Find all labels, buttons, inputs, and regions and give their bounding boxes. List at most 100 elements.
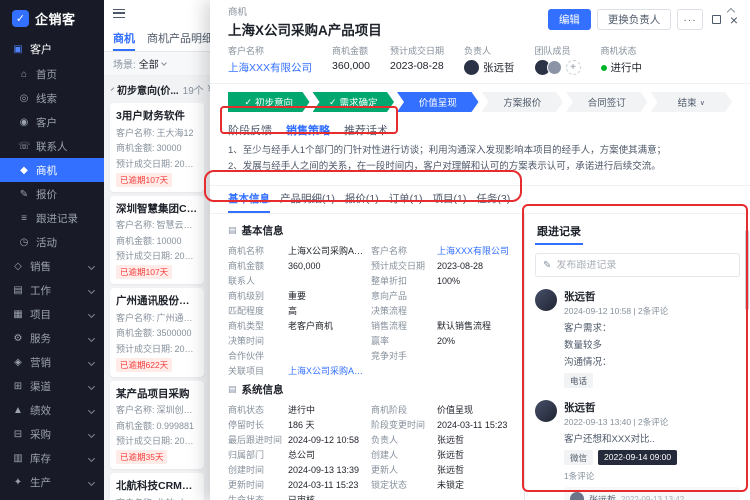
basic-info-rows: 商机名称 上海X公司采购A产品项目 客户名称 上海XXX有限公司 商机金额 36…: [228, 243, 514, 378]
drawer-scrollbar[interactable]: [745, 230, 749, 310]
stage-step[interactable]: ✓ 初步意向: [228, 92, 310, 112]
stage-step[interactable]: 方案报价: [482, 92, 564, 112]
hamburger-icon[interactable]: [113, 9, 125, 18]
opportunity-detail-drawer: 商机 上海X公司采购A产品项目 编辑 更换负责人 ··· 客户名称 上海XXX有…: [210, 0, 750, 500]
edit-button[interactable]: 编辑: [548, 9, 591, 30]
menu-icon: ◈: [12, 357, 24, 368]
sidebar-item[interactable]: ◎ 线索: [0, 86, 104, 110]
stage-step[interactable]: 价值呈现: [397, 92, 479, 112]
sidebar-section-customers[interactable]: ▣ 客户: [0, 36, 104, 62]
stage-label: 合同签订: [588, 95, 626, 109]
field-row: 生命状态 已审核: [228, 492, 514, 500]
opportunity-card[interactable]: 深圳智慧集团CRM项目 客户名称:智慧云谷智能科技(深圳) 商机金额:10000…: [110, 196, 204, 285]
add-team-member-button[interactable]: [566, 60, 581, 75]
app-root: 企销客 ▣ 客户 ⌂ 首页 ◎ 线索 ◉ 客户: [0, 0, 750, 500]
opportunity-card[interactable]: 北航科技CRM项目 客户名称:北航（北京）科技有限... 商机金额:50000 …: [110, 473, 204, 500]
group-collapse-icon: [111, 87, 115, 91]
sidebar-item[interactable]: ⌂ 首页: [0, 62, 104, 86]
sidebar-item[interactable]: ✎ 报价: [0, 182, 104, 206]
sidebar-item[interactable]: ◷ 活动: [0, 230, 104, 254]
detail-tab[interactable]: 订单(1): [389, 186, 423, 213]
sidebar-item-label: 首页: [36, 67, 57, 82]
customer-name-link[interactable]: 上海XXX有限公司: [228, 60, 312, 75]
follow-record-input-box[interactable]: [535, 253, 740, 277]
sidebar-item[interactable]: ☏ 联系人: [0, 134, 104, 158]
fullscreen-icon[interactable]: [712, 15, 721, 24]
stage-label: 结束: [678, 95, 697, 109]
detail-tab[interactable]: 项目(1): [433, 186, 467, 213]
comment-timestamp: 2022-09-13 13:42: [621, 495, 684, 500]
list-tab-label: 商机产品明细: [147, 30, 210, 46]
sidebar-group[interactable]: ◈ 营销: [0, 350, 104, 374]
opportunity-card[interactable]: 3用户财务软件 客户名称:王大海12 商机金额:30000 预计成交日期:202…: [110, 103, 204, 192]
card-title: 深圳智慧集团CRM项目: [116, 201, 198, 216]
feed-avatar: [535, 289, 557, 311]
sidebar-item[interactable]: ≡ 跟进记录: [0, 206, 104, 230]
scene-filter[interactable]: 场景: 全部: [104, 52, 210, 76]
follow-feed-item: 张远哲 2024-09-12 10:58 | 2条评论 客户需求： 数量较多 沟…: [535, 289, 740, 388]
detail-tab-label: 报价(1): [345, 191, 379, 206]
field-label: 生命状态: [228, 493, 288, 500]
sidebar-item[interactable]: ◆ 商机: [0, 158, 104, 182]
detail-tab[interactable]: 任务(3): [476, 186, 510, 213]
field-row: 匹配程度 高 决策流程: [228, 303, 514, 318]
sidebar-group[interactable]: ▤ 工作: [0, 278, 104, 302]
sidebar: 企销客 ▣ 客户 ⌂ 首页 ◎ 线索 ◉ 客户: [0, 0, 104, 500]
chevron-down-icon: [88, 478, 95, 485]
sidebar-item[interactable]: ◉ 客户: [0, 110, 104, 134]
follow-record-tab[interactable]: 跟进记录: [535, 220, 583, 245]
stage-step[interactable]: 合同签订: [566, 92, 648, 112]
field-value: 2024-09-12 10:58: [288, 435, 365, 445]
field-label: 整单折扣: [371, 274, 437, 287]
field-value: 10000: [157, 236, 182, 246]
field-row: 商机金额 360,000 预计成交日期 2023-08-28: [228, 258, 514, 273]
stage-label: 价值呈现: [419, 95, 457, 109]
follow-record-input[interactable]: [556, 260, 732, 271]
detail-tab[interactable]: 基本信息: [228, 186, 270, 213]
overdue-badge: 已逾期622天: [116, 358, 172, 372]
card-customer-line: 客户名称:广州通讯股份有限公司: [116, 311, 198, 324]
list-tab-label: 商机: [113, 30, 135, 46]
field-value: 默认销售流程: [437, 319, 514, 332]
chevron-down-icon: [88, 406, 95, 413]
opportunity-card[interactable]: 广州通讯股份有限公司 客户名称:广州通讯股份有限公司 商机金额:3500000 …: [110, 288, 204, 377]
more-button[interactable]: ···: [677, 9, 703, 30]
field-value: 广州通讯股份有限公司: [157, 313, 198, 323]
detail-tab[interactable]: 报价(1): [345, 186, 379, 213]
chevron-down-icon: [88, 310, 95, 317]
field-value: 上海X公司采购A产品项目: [288, 244, 365, 257]
sidebar-group[interactable]: ✦ 生产: [0, 470, 104, 494]
sidebar-group[interactable]: ⚙ 服务: [0, 326, 104, 350]
field-value: 2024-03-11 15:23: [437, 420, 514, 430]
strategy-tab[interactable]: 销售策略: [286, 122, 330, 140]
sidebar-group[interactable]: ⊟ 采购: [0, 422, 104, 446]
strategy-tab[interactable]: 阶段反馈: [228, 122, 272, 140]
stage-step[interactable]: ✓ 需求确定: [313, 92, 395, 112]
list-tab[interactable]: 商机产品明细: [147, 26, 210, 51]
sidebar-group[interactable]: ▦ 项目: [0, 302, 104, 326]
field-row: 更新时间 2024-03-11 15:23 锁定状态 未锁定: [228, 477, 514, 492]
menu-icon: ⊟: [12, 429, 24, 440]
drawer-actions: 编辑 更换负责人 ···: [548, 4, 738, 30]
comments-link[interactable]: 1条评论: [564, 470, 740, 482]
sidebar-group[interactable]: ▥ 库存: [0, 446, 104, 470]
section-icon: [228, 225, 237, 236]
opportunity-card[interactable]: 某产品项目采购 客户名称:深圳创之新科技有限公司 商机金额:0.999881 预…: [110, 381, 204, 470]
menu-icon: ◷: [18, 237, 30, 248]
field-value: 张远哲: [437, 448, 514, 461]
follow-type-tag: 微信: [564, 450, 593, 465]
list-group-header[interactable]: 初步意向(价... 19个 ¥9...: [104, 76, 210, 99]
sidebar-group[interactable]: ◇ 销售: [0, 254, 104, 278]
detail-tab[interactable]: 产品明细(1): [280, 186, 335, 213]
list-tab[interactable]: 商机: [113, 26, 135, 51]
menu-icon: ✦: [12, 477, 24, 488]
stage-progress-bar: ✓ 初步意向 ✓ 需求确定 价值呈现 方: [210, 84, 750, 116]
section-icon: [228, 384, 237, 395]
stage-step[interactable]: 结束 ∨: [651, 92, 733, 112]
sidebar-group[interactable]: ⊞ 渠道: [0, 374, 104, 398]
strategy-tab[interactable]: 推荐话术: [344, 122, 388, 140]
sidebar-group[interactable]: ▲ 绩效: [0, 398, 104, 422]
field-value: 张远哲: [437, 433, 514, 446]
change-owner-button[interactable]: 更换负责人: [597, 9, 672, 30]
field-value: 2022-12-31: [175, 344, 198, 354]
